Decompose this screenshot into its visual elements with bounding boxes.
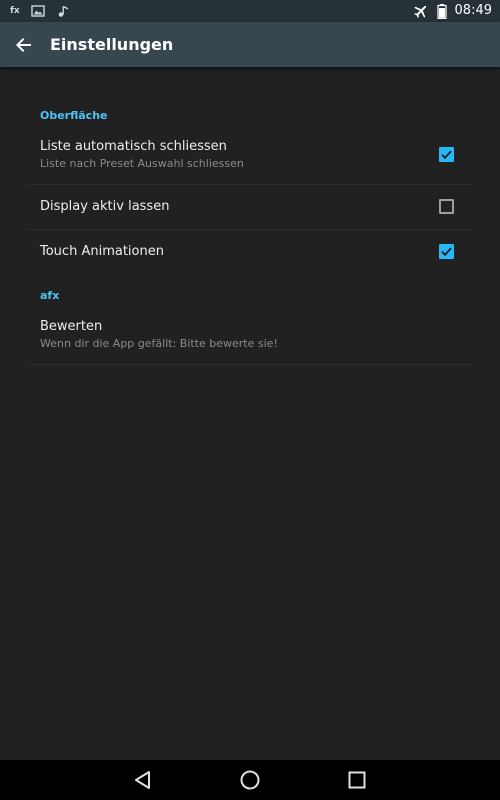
pref-summary: Liste nach Preset Auswahl schliessen [40, 157, 244, 170]
pref-title: Bewerten [40, 319, 103, 334]
page-title: Einstellungen [50, 35, 174, 54]
image-icon [31, 5, 45, 17]
settings-screen: fx 08:49 Einstellungen Oberfläche Liste … [0, 0, 500, 800]
clock: 08:49 [454, 3, 492, 18]
nav-home-button[interactable] [238, 768, 262, 792]
divider [28, 364, 472, 365]
music-note-icon [58, 6, 68, 17]
fx-icon: fx [10, 6, 20, 16]
checkmark-icon [441, 247, 452, 257]
battery-icon [436, 4, 447, 19]
circle-home-icon [240, 770, 260, 790]
pref-bewerten[interactable]: Bewerten Wenn dir die App gefällt: Bitte… [28, 315, 472, 365]
checkmark-icon [441, 150, 452, 160]
status-bar: fx 08:49 [0, 0, 500, 22]
pref-title: Display aktiv lassen [40, 199, 170, 214]
category-header-afx: afx [40, 289, 60, 302]
pref-summary: Wenn dir die App gefällt: Bitte bewerte … [40, 337, 278, 350]
arrow-back-icon [16, 38, 31, 52]
navigation-bar [0, 760, 500, 800]
nav-back-button[interactable] [131, 768, 155, 792]
pref-liste-automatisch-schliessen[interactable]: Liste automatisch schliessen Liste nach … [28, 135, 472, 185]
checkbox-checked[interactable] [439, 147, 454, 162]
back-button[interactable] [10, 31, 38, 59]
checkbox-unchecked[interactable] [439, 199, 454, 214]
pref-display-aktiv-lassen[interactable]: Display aktiv lassen [28, 185, 472, 230]
triangle-back-icon [135, 771, 150, 789]
square-recents-icon [348, 771, 366, 789]
airplane-icon [413, 5, 426, 18]
settings-list: Oberfläche Liste automatisch schliessen … [0, 67, 500, 760]
pref-touch-animationen[interactable]: Touch Animationen [28, 230, 472, 275]
pref-title: Touch Animationen [40, 244, 164, 259]
nav-recents-button[interactable] [345, 768, 369, 792]
checkbox-checked[interactable] [439, 244, 454, 259]
category-header-oberflaeche: Oberfläche [40, 109, 108, 122]
toolbar: Einstellungen [0, 22, 500, 67]
pref-title: Liste automatisch schliessen [40, 139, 227, 154]
